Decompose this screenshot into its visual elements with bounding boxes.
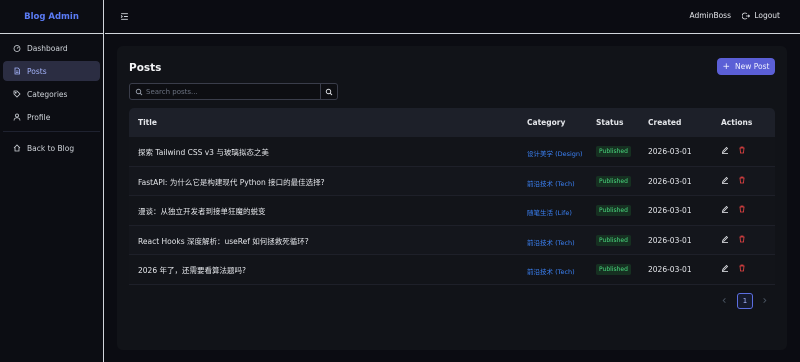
edit-icon[interactable]	[721, 176, 730, 185]
document-icon	[13, 67, 21, 75]
post-title: 探索 Tailwind CSS v3 与玻璃拟态之美	[138, 148, 269, 157]
row-actions	[721, 264, 747, 273]
search-bar	[129, 83, 338, 100]
page-1-button[interactable]: 1	[737, 293, 753, 309]
created-date: 2026-03-01	[648, 206, 692, 215]
table-header: Title Category Status Created Actions	[129, 108, 775, 137]
home-icon	[13, 144, 21, 152]
logout-label: Logout	[754, 11, 780, 20]
tag-icon	[13, 90, 21, 98]
post-title: 漫谈：从独立开发者到接单狂魔的蜕变	[138, 207, 266, 216]
sidebar-item-label: Profile	[27, 112, 51, 122]
logout-button[interactable]: Logout	[742, 11, 780, 20]
table-row: 探索 Tailwind CSS v3 与玻璃拟态之美 设计美学 (Design)…	[129, 137, 775, 167]
sidebar: Blog Admin Dashboard Posts Categories Pr…	[0, 0, 104, 362]
new-post-label: New Post	[735, 62, 770, 71]
edit-icon[interactable]	[721, 205, 730, 214]
column-header-status: Status	[596, 118, 624, 127]
sidebar-item-label: Posts	[27, 66, 47, 76]
table-row: FastAPI: 为什么它是构建现代 Python 接口的最佳选择? 前沿技术 …	[129, 166, 775, 196]
sidebar-item-back-to-blog[interactable]: Back to Blog	[3, 138, 100, 158]
created-date: 2026-03-01	[648, 176, 692, 186]
dashboard-icon	[13, 44, 21, 52]
table-row: React Hooks 深度解析：useRef 如何拯救死循环? 前沿技术 (T…	[129, 225, 775, 255]
trash-icon[interactable]	[738, 146, 747, 155]
prev-page-icon[interactable]	[721, 297, 729, 305]
trash-icon[interactable]	[738, 264, 747, 273]
status-badge: Published	[596, 175, 631, 187]
sidebar-item-label: Categories	[27, 89, 68, 99]
column-header-category: Category	[527, 118, 566, 127]
category-link[interactable]: 前沿技术 (Tech)	[527, 237, 575, 247]
menu-toggle-icon[interactable]	[120, 12, 129, 21]
next-page-icon[interactable]	[761, 297, 769, 305]
status-badge: Published	[596, 205, 631, 216]
posts-table: Title Category Status Created Actions 探索…	[129, 108, 775, 285]
category-link[interactable]: 随笔生活 (Life)	[527, 207, 572, 217]
top-bar: AdminBoss Logout	[105, 0, 800, 34]
sidebar-item-categories[interactable]: Categories	[3, 84, 100, 104]
plus-icon: +	[722, 61, 731, 72]
row-actions	[721, 146, 747, 155]
new-post-button[interactable]: + New Post	[717, 58, 775, 75]
row-actions	[721, 176, 747, 185]
post-title: FastAPI: 为什么它是构建现代 Python 接口的最佳选择?	[138, 177, 325, 187]
logout-icon	[742, 12, 751, 19]
search-field[interactable]	[129, 83, 321, 100]
status-badge: Published	[596, 146, 631, 157]
username[interactable]: AdminBoss	[690, 11, 731, 20]
column-header-created: Created	[648, 118, 682, 127]
column-header-actions: Actions	[721, 118, 753, 127]
row-actions	[721, 205, 747, 214]
sidebar-divider	[3, 131, 100, 132]
search-icon	[325, 88, 333, 95]
category-link[interactable]: 前沿技术 (Tech)	[527, 266, 575, 276]
status-badge: Published	[596, 234, 631, 246]
brand-logo[interactable]: Blog Admin	[0, 0, 103, 34]
user-icon	[13, 113, 21, 121]
search-button[interactable]	[321, 83, 338, 100]
category-link[interactable]: 前沿技术 (Tech)	[527, 178, 575, 188]
trash-icon[interactable]	[738, 235, 747, 244]
page-title: Posts	[129, 62, 162, 74]
row-actions	[721, 235, 747, 244]
post-title: React Hooks 深度解析：useRef 如何拯救死循环?	[138, 236, 309, 246]
trash-icon[interactable]	[738, 176, 747, 185]
category-link[interactable]: 设计美学 (Design)	[527, 148, 583, 158]
edit-icon[interactable]	[721, 235, 730, 244]
trash-icon[interactable]	[738, 205, 747, 214]
created-date: 2026-03-01	[648, 235, 692, 245]
post-title: 2026 年了，还需要看算法题吗?	[138, 266, 246, 275]
sidebar-item-profile[interactable]: Profile	[3, 107, 100, 127]
search-input[interactable]	[146, 87, 306, 96]
sidebar-item-dashboard[interactable]: Dashboard	[3, 38, 100, 58]
posts-card: Posts + New Post Title Category Status C…	[117, 46, 787, 350]
table-body: 探索 Tailwind CSS v3 与玻璃拟态之美 设计美学 (Design)…	[129, 137, 775, 285]
edit-icon[interactable]	[721, 264, 730, 273]
sidebar-item-label: Back to Blog	[27, 143, 75, 153]
created-date: 2026-03-01	[648, 147, 692, 156]
sidebar-item-posts[interactable]: Posts	[3, 61, 100, 81]
table-row: 2026 年了，还需要看算法题吗? 前沿技术 (Tech) Published …	[129, 255, 775, 285]
pagination: 1	[721, 293, 769, 309]
edit-icon[interactable]	[721, 146, 730, 155]
status-badge: Published	[596, 264, 631, 275]
table-row: 漫谈：从独立开发者到接单狂魔的蜕变 随笔生活 (Life) Published …	[129, 196, 775, 226]
search-icon	[135, 88, 143, 96]
created-date: 2026-03-01	[648, 265, 692, 274]
sidebar-item-label: Dashboard	[27, 43, 68, 53]
column-header-title: Title	[138, 118, 157, 127]
